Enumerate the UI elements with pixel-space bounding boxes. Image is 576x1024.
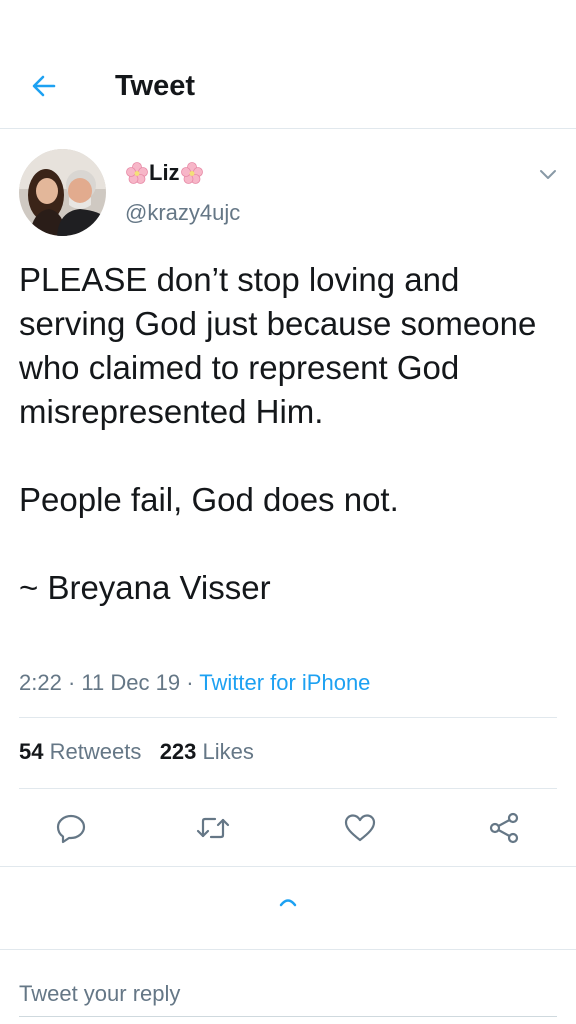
divider (19, 788, 557, 789)
divider (0, 866, 576, 867)
cherry-blossom-icon (126, 162, 148, 184)
tweet-stats: 54 Retweets 223 Likes (19, 737, 254, 767)
like-icon (344, 814, 376, 842)
retweets-label: Retweets (49, 739, 142, 764)
share-button[interactable] (484, 808, 524, 848)
meta-separator: · (67, 670, 76, 695)
cherry-blossom-icon (180, 162, 203, 184)
likes-count: 223 (159, 739, 197, 764)
retweets-count: 54 (19, 739, 44, 764)
avatar[interactable] (19, 149, 106, 236)
tweet-meta: 2:22 · 11 Dec 19 · Twitter for iPhone (19, 668, 370, 698)
likes-stat[interactable]: 223 Likes (160, 739, 254, 764)
reply-button[interactable] (51, 808, 91, 848)
author-name: Liz (149, 160, 180, 185)
tweet-time: 2:22 (19, 670, 62, 695)
retweet-button[interactable] (193, 808, 233, 848)
likes-label: Likes (202, 739, 254, 764)
reply-bar (0, 949, 576, 1024)
tweet-source-link[interactable]: Twitter for iPhone (199, 670, 370, 695)
retweet-icon (196, 817, 230, 839)
loading-spinner-icon (279, 899, 297, 907)
reply-input[interactable] (19, 972, 557, 1017)
like-button[interactable] (340, 808, 380, 848)
reply-icon (56, 814, 86, 844)
divider (19, 717, 557, 718)
retweets-stat[interactable]: 54 Retweets (19, 739, 147, 764)
action-bar (0, 808, 576, 848)
tweet-detail-screen: Tweet Liz @krazy4ujc PLEASE don’t stop l… (0, 0, 576, 1024)
author-handle[interactable]: @krazy4ujc (125, 199, 240, 227)
arrow-left-icon (32, 75, 56, 97)
top-bar: Tweet (0, 0, 576, 129)
chevron-down-icon (540, 170, 556, 179)
meta-separator: · (186, 670, 194, 695)
avatar-photo (19, 149, 106, 236)
tweet-date: 11 Dec 19 (81, 670, 181, 695)
back-button[interactable] (22, 64, 66, 108)
page-title: Tweet (115, 70, 196, 102)
share-icon (489, 812, 519, 844)
tweet-text: PLEASE don’t stop loving and serving God… (19, 261, 537, 606)
more-options-button[interactable] (534, 160, 562, 188)
author-name-row[interactable]: Liz (125, 158, 204, 188)
